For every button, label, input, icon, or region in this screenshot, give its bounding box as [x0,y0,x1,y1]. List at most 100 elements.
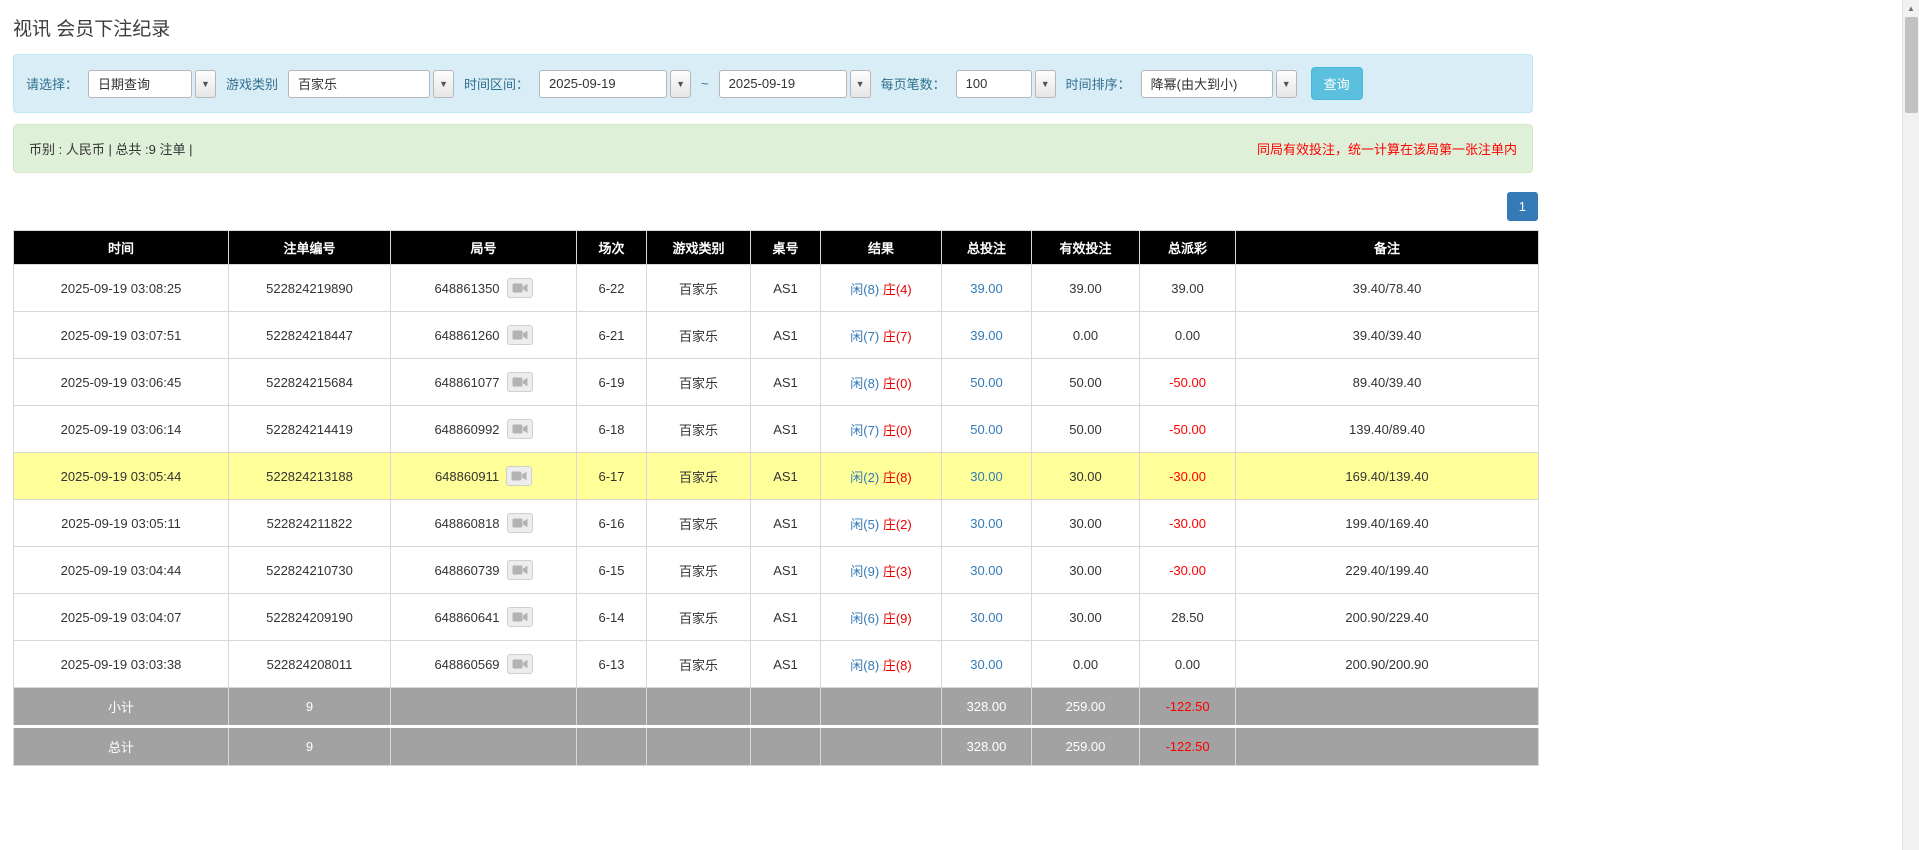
total-bet-link[interactable]: 50.00 [970,375,1003,390]
page-title: 视讯 会员下注纪录 [13,19,171,40]
subtotal-payout: -122.50 [1139,687,1236,728]
cell-payout: -50.00 [1139,358,1236,406]
cell-round-id: 648860911 [390,452,577,500]
currency-total-info: 币别 : 人民币 | 总共 :9 注单 | [29,142,193,157]
date-to-caret[interactable]: ▼ [849,69,871,98]
result-banker: 庄(7) [882,328,912,344]
page-size-dropdown[interactable]: 100 ▼ [955,69,1056,98]
result-player: 闲(5) [850,516,880,532]
total-bet-link[interactable]: 30.00 [970,516,1003,531]
query-type-caret[interactable]: ▼ [195,69,217,98]
video-replay-icon[interactable] [506,419,533,439]
cell-session: 6-19 [576,358,647,406]
result-player: 闲(8) [850,281,880,297]
cell-result: 闲(7) 庄(0) [820,405,942,453]
game-type-value[interactable]: 百家乐 [288,69,431,98]
video-replay-icon[interactable] [506,466,533,486]
video-replay-icon[interactable] [506,654,533,674]
cell-valid-bet: 30.00 [1031,593,1140,641]
total-bet-link[interactable]: 30.00 [970,657,1003,672]
cell-note: 89.40/39.40 [1235,358,1539,406]
chevron-down-icon: ▼ [855,78,865,89]
cell-valid-bet: 30.00 [1031,546,1140,594]
cell-result: 闲(6) 庄(9) [820,593,942,641]
cell-total-bet: 30.00 [941,499,1032,547]
total-row: 总计 9 328.00 259.00 -122.50 [13,726,1539,766]
video-replay-icon[interactable] [506,325,533,345]
cell-payout: -30.00 [1139,452,1236,500]
total-bet-link[interactable]: 30.00 [970,610,1003,625]
scroll-up-arrow[interactable]: ▲ [1903,0,1919,17]
video-replay-icon[interactable] [506,278,533,298]
cell-game-type: 百家乐 [646,640,751,688]
chevron-down-icon: ▼ [201,78,210,89]
page-size-value[interactable]: 100 [955,69,1032,98]
cell-game-type: 百家乐 [646,499,751,547]
cell-total-bet: 30.00 [941,452,1032,500]
total-bet-link[interactable]: 30.00 [970,469,1003,484]
cell-bet-id: 522824219890 [228,264,391,312]
round-id-text: 648860992 [434,421,500,437]
video-replay-icon[interactable] [506,372,533,392]
video-replay-icon[interactable] [506,560,533,580]
table-row: 2025-09-19 03:04:44 522824210730 6488607… [13,546,1539,594]
cell-time: 2025-09-19 03:06:14 [13,405,229,453]
result-banker: 庄(8) [882,657,912,673]
cell-time: 2025-09-19 03:04:07 [13,593,229,641]
time-sort-value[interactable]: 降幂(由大到小) [1140,69,1273,98]
date-from-picker[interactable]: 2025-09-19 ▼ [539,69,692,98]
vertical-scrollbar[interactable]: ▲ [1902,0,1919,850]
game-type-label: 游戏类别 [226,77,279,92]
cell-time: 2025-09-19 03:05:44 [13,452,229,500]
total-bet-link[interactable]: 30.00 [970,563,1003,578]
cell-payout: 0.00 [1139,640,1236,688]
game-type-caret[interactable]: ▼ [433,69,455,98]
cell-total-bet: 30.00 [941,546,1032,594]
cell-session: 6-17 [576,452,647,500]
page-size-caret[interactable]: ▼ [1034,69,1056,98]
total-bet-link[interactable]: 39.00 [970,328,1003,343]
time-sort-caret[interactable]: ▼ [1275,69,1297,98]
time-sort-dropdown[interactable]: 降幂(由大到小) ▼ [1140,69,1297,98]
total-bet-link[interactable]: 39.00 [970,281,1003,296]
video-replay-icon[interactable] [506,607,533,627]
date-to-picker[interactable]: 2025-09-19 ▼ [718,69,871,98]
table-row: 2025-09-19 03:04:07 522824209190 6488606… [13,593,1539,641]
cell-note: 169.40/139.40 [1235,452,1539,500]
date-to-value[interactable]: 2025-09-19 [718,69,847,98]
cell-note: 200.90/229.40 [1235,593,1539,641]
page-1-button[interactable]: 1 [1506,192,1538,221]
subtotal-valid-bet: 259.00 [1031,687,1140,728]
header-result: 结果 [820,230,942,265]
date-range-label: 时间区间： [464,77,530,92]
date-from-caret[interactable]: ▼ [670,69,692,98]
header-bet-id: 注单编号 [228,230,391,265]
cell-game-type: 百家乐 [646,358,751,406]
cell-valid-bet: 39.00 [1031,264,1140,312]
cell-session: 6-14 [576,593,647,641]
total-count: 9 [228,726,391,766]
header-game-type: 游戏类别 [646,230,751,265]
cell-table-no: AS1 [750,546,821,594]
cell-session: 6-15 [576,546,647,594]
game-type-dropdown[interactable]: 百家乐 ▼ [288,69,455,98]
cell-note: 139.40/89.40 [1235,405,1539,453]
cell-valid-bet: 0.00 [1031,640,1140,688]
cell-session: 6-22 [576,264,647,312]
total-bet-link[interactable]: 50.00 [970,422,1003,437]
cell-result: 闲(2) 庄(8) [820,452,942,500]
query-type-dropdown[interactable]: 日期查询 ▼ [88,69,217,98]
date-from-value[interactable]: 2025-09-19 [539,69,668,98]
cell-total-bet: 30.00 [941,593,1032,641]
cell-result: 闲(8) 庄(0) [820,358,942,406]
cell-time: 2025-09-19 03:08:25 [13,264,229,312]
total-total-bet: 328.00 [941,726,1032,766]
cell-session: 6-13 [576,640,647,688]
query-type-value[interactable]: 日期查询 [88,69,193,98]
result-banker: 庄(0) [882,375,912,391]
result-banker: 庄(2) [882,516,912,532]
cell-total-bet: 50.00 [941,405,1032,453]
scrollbar-thumb[interactable] [1905,17,1918,113]
video-replay-icon[interactable] [506,513,533,533]
search-button[interactable]: 查询 [1310,67,1363,100]
